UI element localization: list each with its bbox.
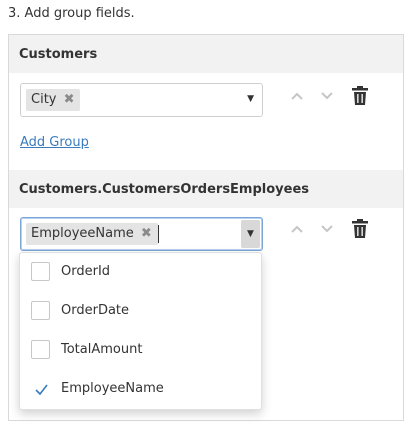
option-checkbox[interactable] — [31, 340, 50, 359]
option-label: TotalAmount — [61, 342, 143, 357]
group-header-orders-employees: Customers.CustomersOrdersEmployees — [9, 170, 403, 208]
trash-icon[interactable] — [352, 86, 368, 105]
option-item[interactable]: TotalAmount — [20, 331, 261, 370]
chevron-up-icon[interactable] — [290, 91, 304, 101]
option-checkbox[interactable] — [31, 301, 50, 320]
chevron-up-icon[interactable] — [290, 224, 304, 234]
remove-tag-icon[interactable]: ✖ — [141, 223, 152, 245]
chevron-down-icon[interactable] — [320, 91, 334, 101]
remove-tag-icon[interactable]: ✖ — [64, 89, 75, 111]
option-label: EmployeeName — [61, 381, 164, 396]
field-options-dropdown: OrderId OrderDate TotalAmount EmployeeNa… — [19, 252, 262, 410]
option-checkbox[interactable] — [31, 262, 50, 281]
option-checkbox-checked[interactable] — [31, 379, 50, 398]
option-label: OrderDate — [61, 303, 130, 318]
option-label: OrderId — [61, 264, 111, 279]
group-field-select[interactable]: EmployeeName ✖ ▼ — [20, 217, 263, 251]
caret-down-icon[interactable]: ▼ — [247, 94, 254, 104]
trash-icon[interactable] — [352, 219, 368, 238]
field-tag: EmployeeName ✖ — [26, 223, 158, 245]
field-tag-label: City — [31, 92, 57, 107]
group-header-customers: Customers — [9, 35, 403, 73]
option-item[interactable]: OrderId — [20, 253, 261, 292]
step-instruction: 3. Add group fields. — [8, 6, 135, 21]
caret-down-icon: ▼ — [247, 229, 254, 239]
text-cursor — [158, 225, 159, 243]
field-tag: City ✖ — [26, 89, 81, 111]
option-item[interactable]: EmployeeName — [20, 370, 261, 409]
field-tag-label: EmployeeName — [31, 226, 134, 241]
group-field-select[interactable]: City ✖ ▼ — [20, 83, 263, 117]
checkmark-icon — [35, 384, 48, 396]
add-group-link[interactable]: Add Group — [20, 135, 89, 150]
chevron-down-icon[interactable] — [320, 224, 334, 234]
option-item[interactable]: OrderDate — [20, 292, 261, 331]
dropdown-button[interactable]: ▼ — [241, 220, 260, 248]
